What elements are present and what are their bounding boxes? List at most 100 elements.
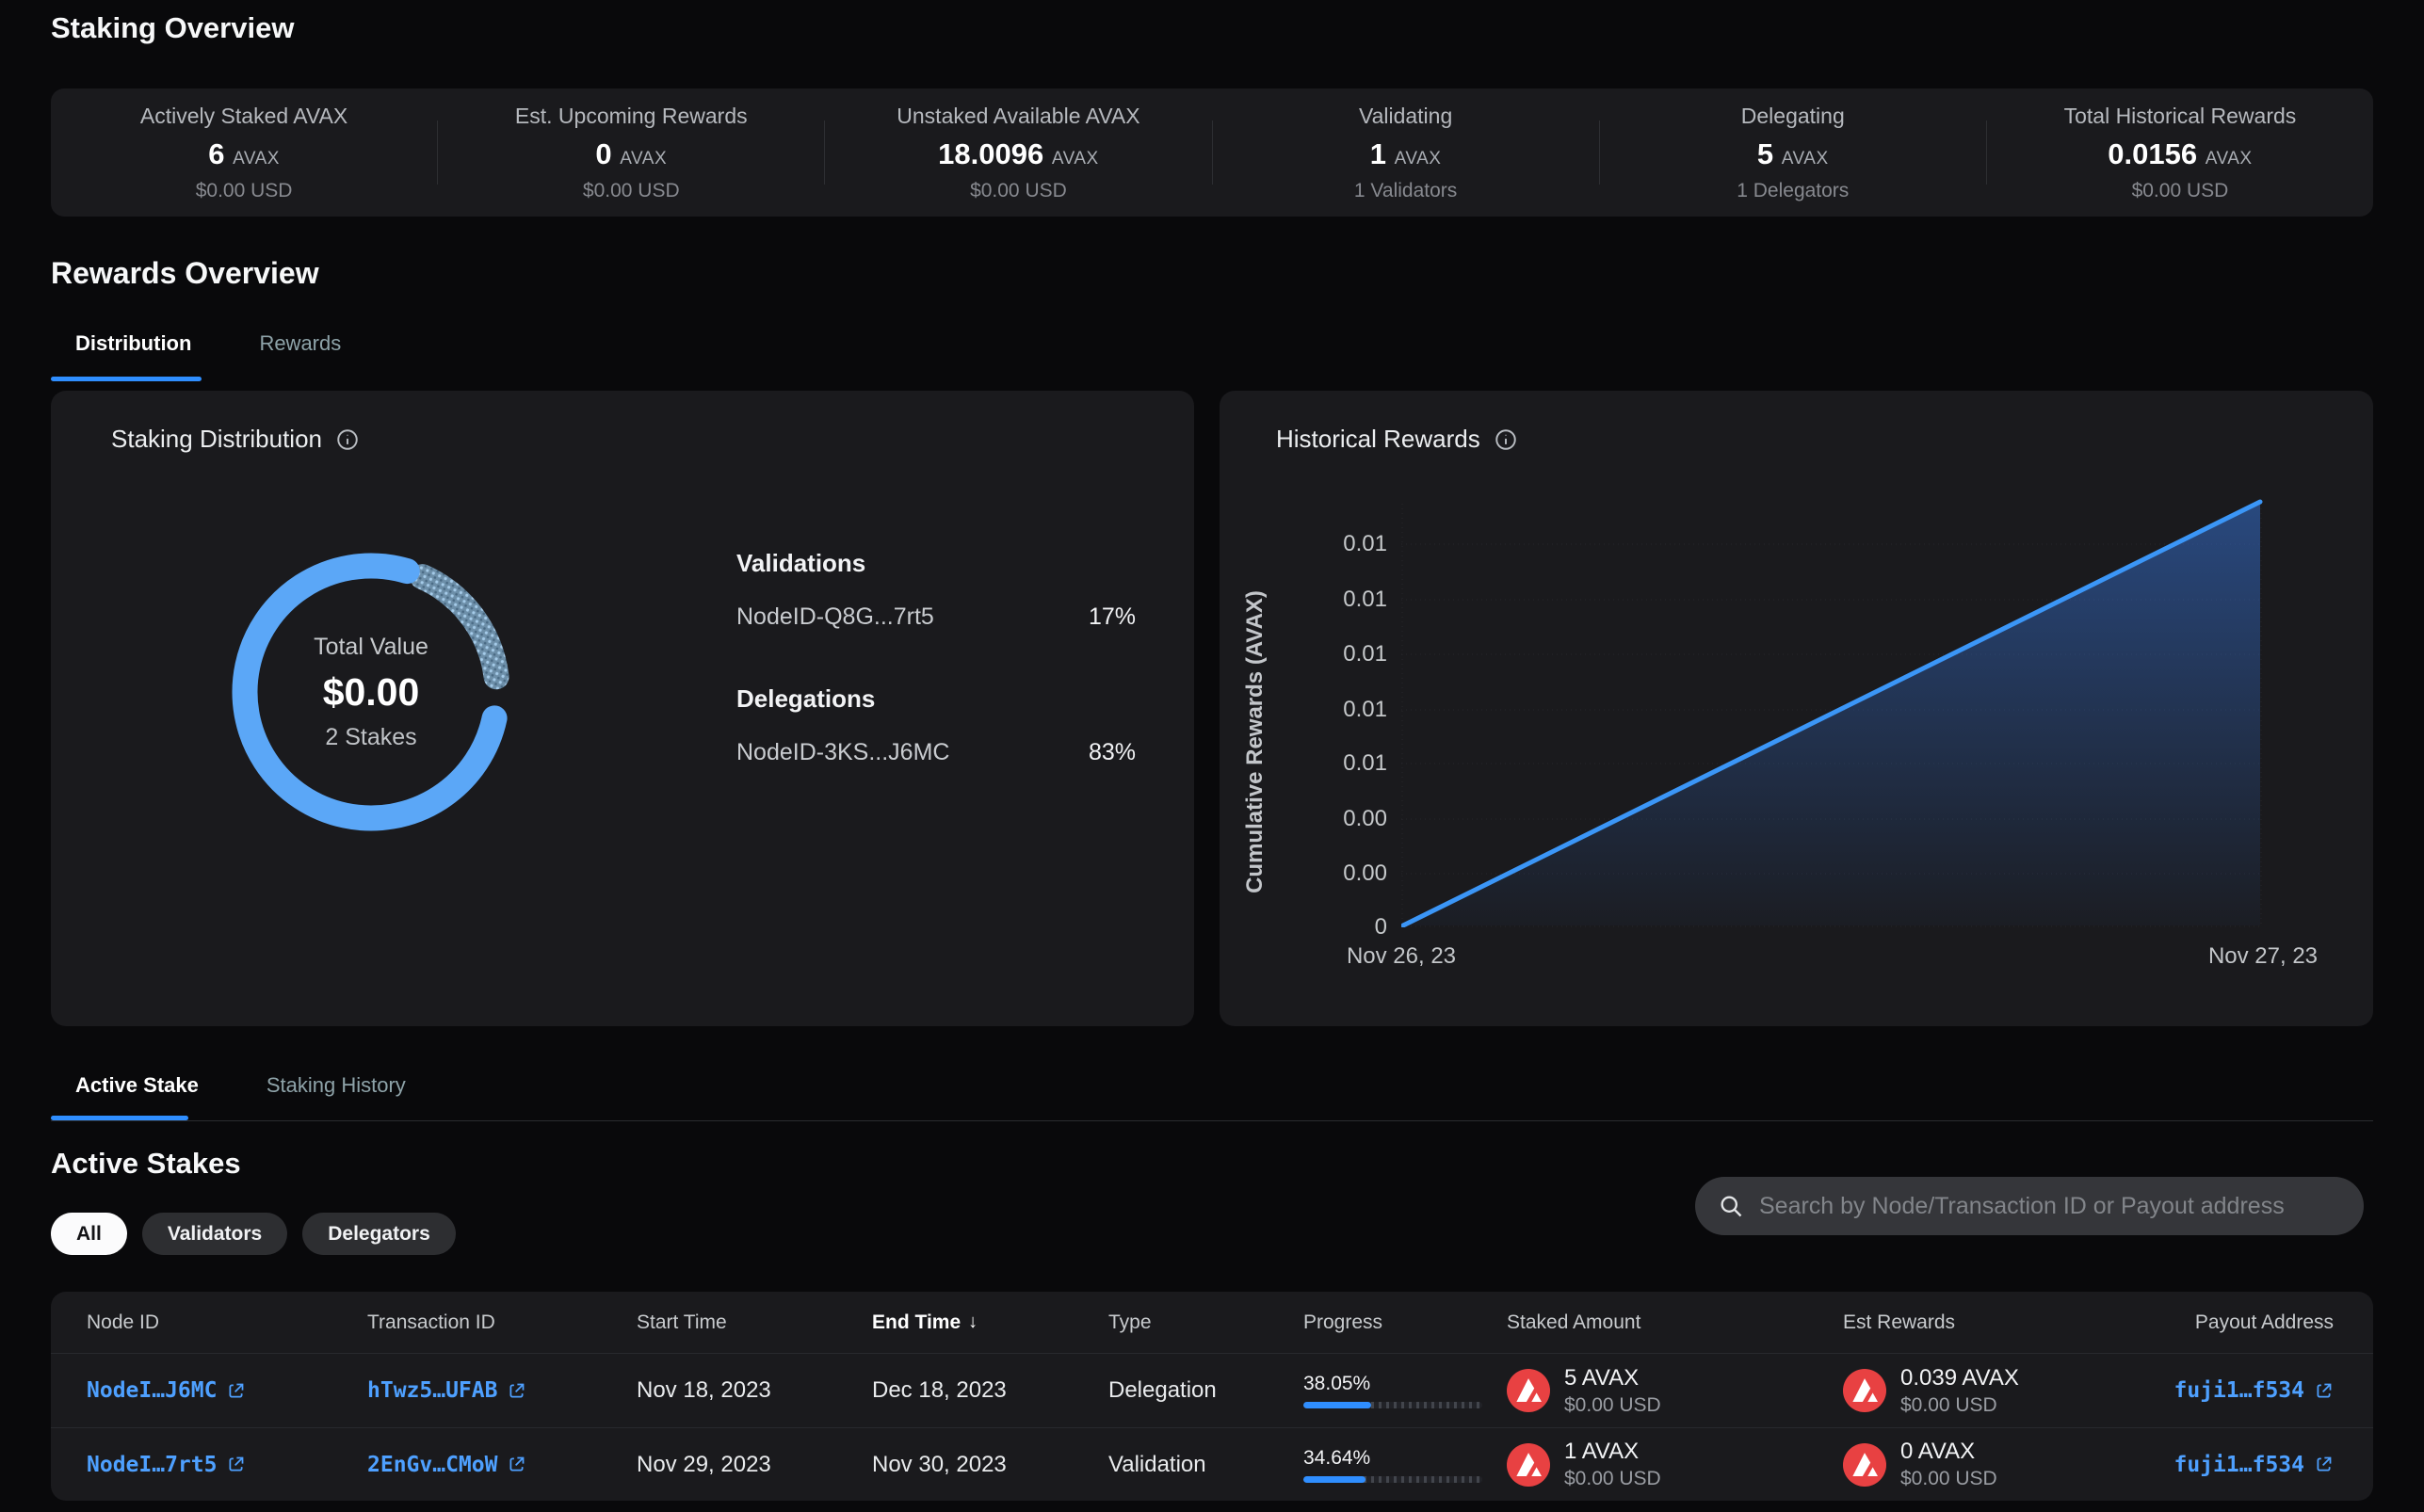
validation-percent: 17%	[1089, 603, 1136, 631]
info-icon[interactable]	[1494, 427, 1518, 452]
stat-value: 5 AVAX	[1757, 137, 1829, 171]
col-staked-amount[interactable]: Staked Amount	[1507, 1292, 1640, 1353]
external-link-icon	[2314, 1381, 2334, 1401]
stat-label: Unstaked Available AVAX	[897, 104, 1139, 129]
stat-value: 0 AVAX	[595, 137, 667, 171]
stat-delegating: Delegating 5 AVAX 1 Delegators	[1600, 88, 1986, 217]
staking-distribution-donut: Total Value $0.00 2 Stakes	[219, 540, 523, 844]
stat-validating: Validating 1 AVAX 1 Validators	[1213, 88, 1599, 217]
node-id-link[interactable]: NodeI…J6MC	[87, 1354, 246, 1427]
stat-actively-staked: Actively Staked AVAX 6 AVAX $0.00 USD	[51, 88, 437, 217]
stake-type: Validation	[1108, 1428, 1206, 1501]
tab-rewards[interactable]: Rewards	[259, 331, 341, 356]
stat-sub: 1 Delegators	[1737, 180, 1849, 202]
col-payout-address[interactable]: Payout Address	[2195, 1292, 2334, 1353]
end-time: Dec 18, 2023	[872, 1354, 1007, 1427]
transaction-id-link[interactable]: 2EnGv…CMoW	[367, 1428, 526, 1501]
stat-label: Validating	[1359, 104, 1452, 129]
historical-rewards-title: Historical Rewards	[1276, 425, 1518, 454]
search-bar	[1695, 1177, 2364, 1235]
stat-unstaked-available: Unstaked Available AVAX 18.0096 AVAX $0.…	[825, 88, 1211, 217]
tab-active-stake[interactable]: Active Stake	[75, 1073, 199, 1098]
stat-sub: $0.00 USD	[2132, 180, 2229, 202]
payout-address-link[interactable]: fuji1…f534	[2174, 1428, 2334, 1501]
progress-cell: 38.05%	[1303, 1354, 1482, 1427]
payout-address-link[interactable]: fuji1…f534	[2174, 1354, 2334, 1427]
stat-value: 6 AVAX	[208, 137, 280, 171]
active-stakes-table: Node ID Transaction ID Start Time End Ti…	[51, 1292, 2373, 1501]
est-rewards: 0.039 AVAX	[1900, 1365, 2019, 1391]
external-link-icon	[226, 1455, 246, 1474]
info-icon[interactable]	[335, 427, 360, 452]
staking-dashboard: Staking Overview Actively Staked AVAX 6 …	[0, 0, 2424, 1512]
col-start-time[interactable]: Start Time	[637, 1292, 727, 1353]
validation-row: NodeID-Q8G...7rt5 17%	[736, 603, 1136, 631]
search-input[interactable]	[1759, 1193, 2341, 1220]
progress-bar	[1303, 1402, 1482, 1408]
avalanche-logo-icon	[1843, 1369, 1886, 1412]
est-rewards: 0 AVAX	[1900, 1439, 1997, 1465]
delegation-percent: 83%	[1089, 739, 1136, 766]
staked-usd: $0.00 USD	[1564, 1394, 1661, 1417]
y-tick: 0.00	[1274, 806, 1387, 832]
search-icon	[1718, 1193, 1744, 1219]
progress-cell: 34.64%	[1303, 1428, 1482, 1501]
historical-rewards-card: Historical Rewards Cumulative Rewards (A…	[1220, 391, 2373, 1026]
transaction-id-link[interactable]: hTwz5…UFAB	[367, 1354, 526, 1427]
tab-distribution[interactable]: Distribution	[75, 331, 191, 356]
stake-type: Delegation	[1108, 1354, 1217, 1427]
stat-sub: 1 Validators	[1354, 180, 1457, 202]
col-type[interactable]: Type	[1108, 1292, 1152, 1353]
progress-percent: 34.64%	[1303, 1447, 1482, 1470]
y-tick: 0.01	[1274, 531, 1387, 557]
delegation-node-id: NodeID-3KS...J6MC	[736, 739, 949, 766]
stat-value: 0.0156 AVAX	[2108, 137, 2252, 171]
col-transaction-id[interactable]: Transaction ID	[367, 1292, 495, 1353]
y-tick: 0	[1274, 914, 1387, 941]
rewards-overview-tabs: Distribution Rewards	[75, 331, 341, 356]
avalanche-logo-icon	[1843, 1443, 1886, 1487]
node-id-link[interactable]: NodeI…7rt5	[87, 1428, 246, 1501]
stat-value: 18.0096 AVAX	[938, 137, 1099, 171]
external-link-icon	[507, 1381, 526, 1401]
external-link-icon	[2314, 1455, 2334, 1474]
stakes-count: 2 Stakes	[325, 724, 416, 751]
tab-staking-history[interactable]: Staking History	[267, 1073, 406, 1098]
staking-overview-card: Actively Staked AVAX 6 AVAX $0.00 USD Es…	[51, 88, 2373, 217]
stat-label: Est. Upcoming Rewards	[515, 104, 748, 129]
stat-label: Total Historical Rewards	[2064, 104, 2297, 129]
active-tab-indicator	[51, 377, 202, 381]
total-value-label: Total Value	[314, 634, 428, 661]
filter-all[interactable]: All	[51, 1213, 127, 1255]
validations-heading: Validations	[736, 549, 865, 578]
stat-label: Actively Staked AVAX	[140, 104, 347, 129]
stat-historical-rewards: Total Historical Rewards 0.0156 AVAX $0.…	[1987, 88, 2373, 217]
filter-delegators[interactable]: Delegators	[302, 1213, 456, 1255]
col-end-time[interactable]: End Time ↓	[872, 1292, 978, 1353]
col-est-rewards[interactable]: Est Rewards	[1843, 1292, 1955, 1353]
y-tick: 0.01	[1274, 641, 1387, 668]
staked-usd: $0.00 USD	[1564, 1468, 1661, 1490]
est-rewards-usd: $0.00 USD	[1900, 1468, 1997, 1490]
filter-validators[interactable]: Validators	[142, 1213, 287, 1255]
staked-amount-cell: 1 AVAX $0.00 USD	[1507, 1428, 1661, 1501]
col-node-id[interactable]: Node ID	[87, 1292, 159, 1353]
stakes-tabs: Active Stake Staking History	[75, 1073, 406, 1098]
active-stakes-title: Active Stakes	[51, 1147, 241, 1181]
est-rewards-usd: $0.00 USD	[1900, 1394, 2019, 1417]
y-tick: 0.01	[1274, 587, 1387, 613]
stat-label: Delegating	[1741, 104, 1845, 129]
progress-bar	[1303, 1476, 1482, 1483]
total-value: $0.00	[323, 670, 420, 715]
stat-sub: $0.00 USD	[970, 180, 1067, 202]
table-row: NodeI…7rt5 2EnGv…CMoW Nov 29, 2023 Nov 3…	[51, 1427, 2373, 1501]
page-title: Staking Overview	[51, 11, 294, 45]
col-progress[interactable]: Progress	[1303, 1292, 1382, 1353]
staking-distribution-card: Staking Distribution	[51, 391, 1194, 1026]
y-tick: 0.01	[1274, 697, 1387, 723]
validation-node-id: NodeID-Q8G...7rt5	[736, 603, 934, 631]
avalanche-logo-icon	[1507, 1443, 1550, 1487]
stat-value: 1 AVAX	[1370, 137, 1442, 171]
stake-filters: All Validators Delegators	[51, 1213, 456, 1255]
est-rewards-cell: 0.039 AVAX $0.00 USD	[1843, 1354, 2019, 1427]
